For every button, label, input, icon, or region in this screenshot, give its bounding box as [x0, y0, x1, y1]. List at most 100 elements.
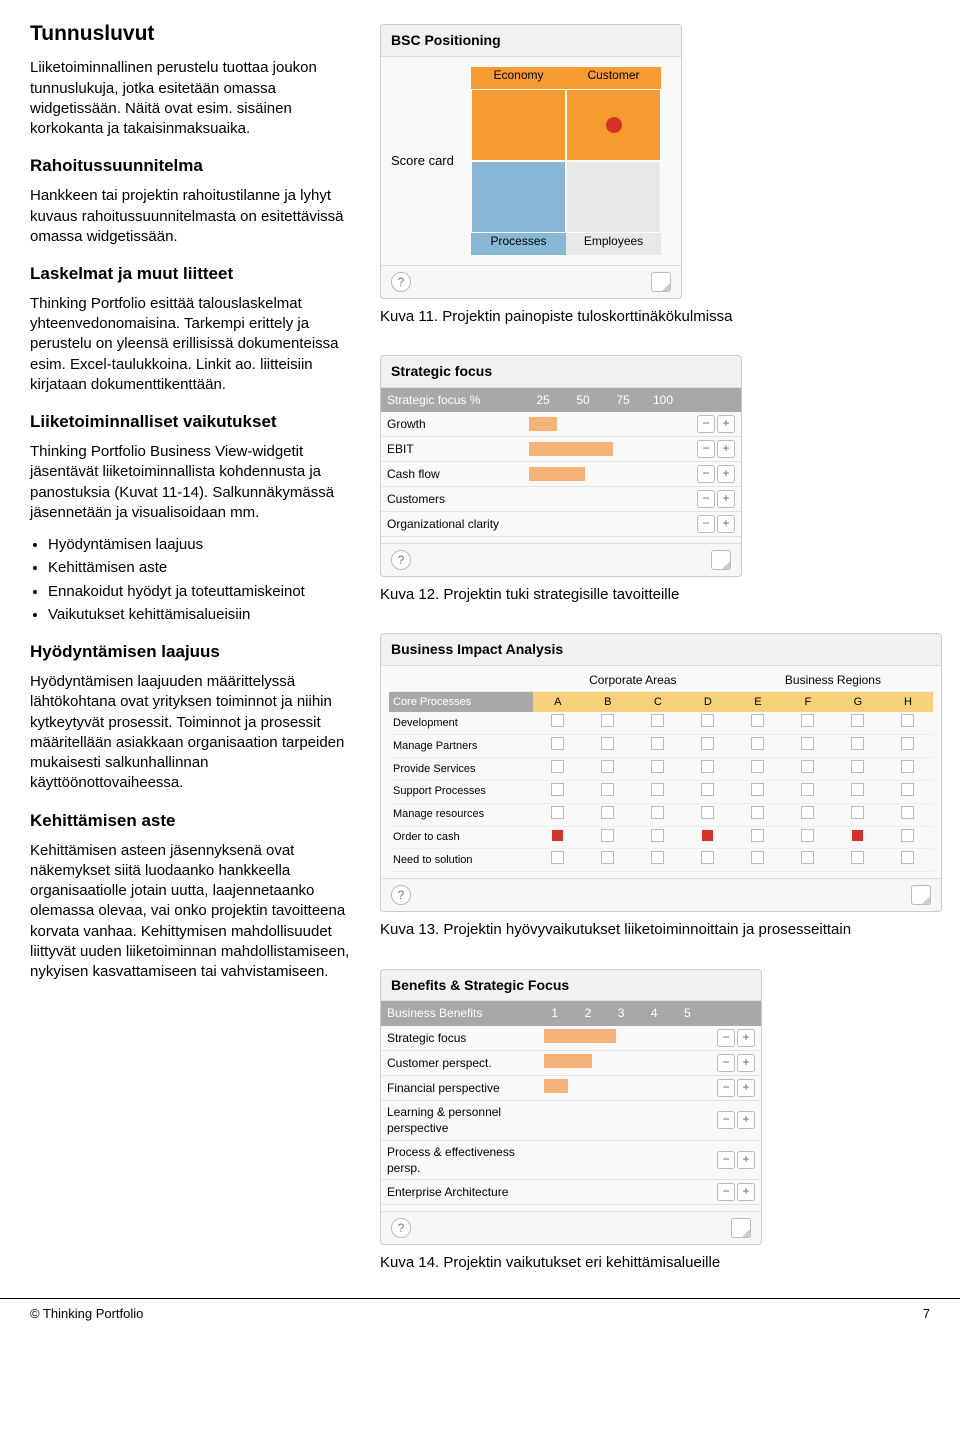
bia-cell[interactable] [733, 735, 783, 758]
bia-cell[interactable] [783, 849, 833, 872]
plus-button[interactable]: + [737, 1079, 755, 1097]
bia-cell[interactable] [733, 803, 783, 826]
minus-button[interactable]: − [717, 1054, 735, 1072]
bia-cell[interactable] [783, 826, 833, 849]
bia-cell[interactable] [883, 712, 933, 734]
bia-cell[interactable] [533, 826, 583, 849]
bb-bar[interactable] [538, 1179, 704, 1204]
plus-button[interactable]: + [717, 415, 735, 433]
bia-cell[interactable] [583, 712, 633, 734]
minus-button[interactable]: − [697, 490, 715, 508]
bia-cell[interactable] [633, 780, 683, 803]
note-icon[interactable] [731, 1218, 751, 1238]
bia-cell[interactable] [833, 780, 883, 803]
bia-cell[interactable] [533, 735, 583, 758]
bb-bar[interactable] [538, 1101, 704, 1140]
bia-cell[interactable] [883, 826, 933, 849]
bia-cell[interactable] [833, 712, 883, 734]
bsc-cell-economy[interactable] [471, 89, 566, 161]
bia-cell[interactable] [583, 735, 633, 758]
bia-cell[interactable] [833, 735, 883, 758]
bia-cell[interactable] [783, 712, 833, 734]
bia-cell[interactable] [883, 758, 933, 781]
plus-button[interactable]: + [717, 440, 735, 458]
minus-button[interactable]: − [717, 1079, 735, 1097]
bia-cell[interactable] [683, 849, 733, 872]
sf-bar[interactable] [523, 462, 683, 487]
plus-button[interactable]: + [737, 1151, 755, 1169]
bia-cell[interactable] [533, 803, 583, 826]
bia-cell[interactable] [633, 712, 683, 734]
bia-cell[interactable] [583, 758, 633, 781]
bia-cell[interactable] [883, 735, 933, 758]
bia-cell[interactable] [833, 826, 883, 849]
note-icon[interactable] [911, 885, 931, 905]
help-icon[interactable]: ? [391, 272, 411, 292]
bia-cell[interactable] [533, 758, 583, 781]
bia-cell[interactable] [533, 849, 583, 872]
sf-bar[interactable] [523, 487, 683, 512]
bia-cell[interactable] [733, 849, 783, 872]
bia-cell[interactable] [833, 803, 883, 826]
plus-button[interactable]: + [737, 1029, 755, 1047]
bia-cell[interactable] [833, 849, 883, 872]
help-icon[interactable]: ? [391, 1218, 411, 1238]
note-icon[interactable] [651, 272, 671, 292]
bia-cell[interactable] [633, 849, 683, 872]
bb-bar[interactable] [538, 1140, 704, 1179]
bia-cell[interactable] [633, 826, 683, 849]
bia-cell[interactable] [833, 758, 883, 781]
bb-bar[interactable] [538, 1076, 704, 1101]
help-icon[interactable]: ? [391, 550, 411, 570]
bia-cell[interactable] [583, 780, 633, 803]
bia-cell[interactable] [683, 780, 733, 803]
minus-button[interactable]: − [717, 1151, 735, 1169]
bia-cell[interactable] [583, 803, 633, 826]
bia-cell[interactable] [683, 826, 733, 849]
minus-button[interactable]: − [697, 440, 715, 458]
minus-button[interactable]: − [697, 465, 715, 483]
minus-button[interactable]: − [717, 1183, 735, 1201]
bb-bar[interactable] [538, 1050, 704, 1075]
bia-cell[interactable] [883, 780, 933, 803]
bia-cell[interactable] [733, 780, 783, 803]
bia-cell[interactable] [883, 849, 933, 872]
bia-cell[interactable] [883, 803, 933, 826]
minus-button[interactable]: − [697, 515, 715, 533]
note-icon[interactable] [711, 550, 731, 570]
bsc-cell-customer[interactable] [566, 89, 661, 161]
bia-cell[interactable] [683, 803, 733, 826]
plus-button[interactable]: + [717, 490, 735, 508]
sf-bar[interactable] [523, 512, 683, 537]
bsc-cell-employees[interactable] [566, 161, 661, 233]
plus-button[interactable]: + [717, 465, 735, 483]
plus-button[interactable]: + [737, 1054, 755, 1072]
bia-cell[interactable] [633, 803, 683, 826]
bia-cell[interactable] [683, 712, 733, 734]
bia-cell[interactable] [783, 758, 833, 781]
bb-bar[interactable] [538, 1026, 704, 1051]
bia-cell[interactable] [583, 849, 633, 872]
bia-cell[interactable] [733, 758, 783, 781]
bia-cell[interactable] [733, 712, 783, 734]
bia-cell[interactable] [783, 780, 833, 803]
bia-cell[interactable] [633, 758, 683, 781]
plus-button[interactable]: + [737, 1183, 755, 1201]
sf-bar[interactable] [523, 412, 683, 437]
minus-button[interactable]: − [717, 1111, 735, 1129]
help-icon[interactable]: ? [391, 885, 411, 905]
bia-cell[interactable] [533, 712, 583, 734]
bia-cell[interactable] [533, 780, 583, 803]
plus-button[interactable]: + [737, 1111, 755, 1129]
minus-button[interactable]: − [717, 1029, 735, 1047]
bia-cell[interactable] [633, 735, 683, 758]
bia-cell[interactable] [583, 826, 633, 849]
bsc-cell-processes[interactable] [471, 161, 566, 233]
bia-cell[interactable] [683, 758, 733, 781]
minus-button[interactable]: − [697, 415, 715, 433]
bia-cell[interactable] [783, 735, 833, 758]
sf-bar[interactable] [523, 437, 683, 462]
bia-cell[interactable] [683, 735, 733, 758]
bia-cell[interactable] [733, 826, 783, 849]
bia-cell[interactable] [783, 803, 833, 826]
